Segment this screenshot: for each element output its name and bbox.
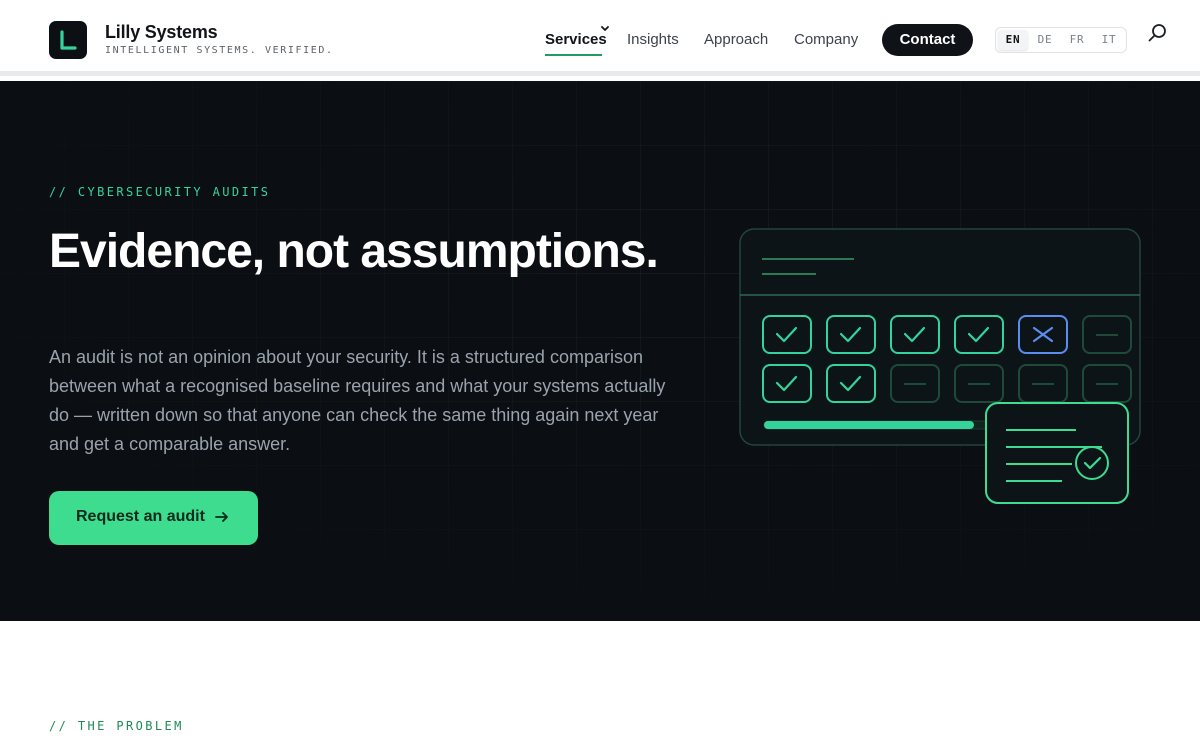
lang-button-it[interactable]: IT (1094, 30, 1124, 50)
brand-name[interactable]: Lilly Systems (105, 22, 218, 43)
request-audit-button[interactable]: Request an audit (49, 491, 258, 545)
lang-button-fr[interactable]: FR (1062, 30, 1092, 50)
report-document-icon (985, 402, 1129, 504)
nav-item-insights[interactable]: Insights (627, 31, 679, 48)
active-nav-underline (545, 54, 602, 56)
hero-title: Evidence, not assumptions. (49, 225, 659, 278)
hero-description: An audit is not an opinion about your se… (49, 347, 666, 454)
lang-button-en[interactable]: EN (998, 30, 1028, 50)
brand-tagline: INTELLIGENT SYSTEMS. VERIFIED. (105, 45, 334, 56)
problem-eyebrow: // THE PROBLEM (49, 719, 184, 733)
problem-section: // THE PROBLEM (0, 621, 1200, 750)
progress-fill (764, 421, 974, 429)
language-switcher: EN DE FR IT (995, 27, 1127, 53)
hero-section: // CYBERSECURITY AUDITS Evidence, not as… (0, 81, 1200, 621)
nav-item-approach[interactable]: Approach (704, 31, 768, 48)
logo-icon[interactable] (49, 21, 87, 59)
chevron-down-icon (601, 26, 609, 31)
hero-eyebrow: // CYBERSECURITY AUDITS (49, 185, 271, 199)
contact-button[interactable]: Contact (882, 24, 973, 56)
nav-item-label: Services (545, 31, 607, 48)
nav-item-services[interactable]: Services (545, 26, 609, 56)
cta-label: Request an audit (76, 508, 205, 525)
nav-item-company[interactable]: Company (794, 31, 858, 48)
arrow-right-icon (215, 512, 228, 522)
search-icon[interactable] (1147, 22, 1169, 44)
site-header: Lilly Systems INTELLIGENT SYSTEMS. VERIF… (0, 0, 1200, 76)
audit-checklist-illustration (739, 228, 1141, 504)
lang-button-de[interactable]: DE (1030, 30, 1060, 50)
